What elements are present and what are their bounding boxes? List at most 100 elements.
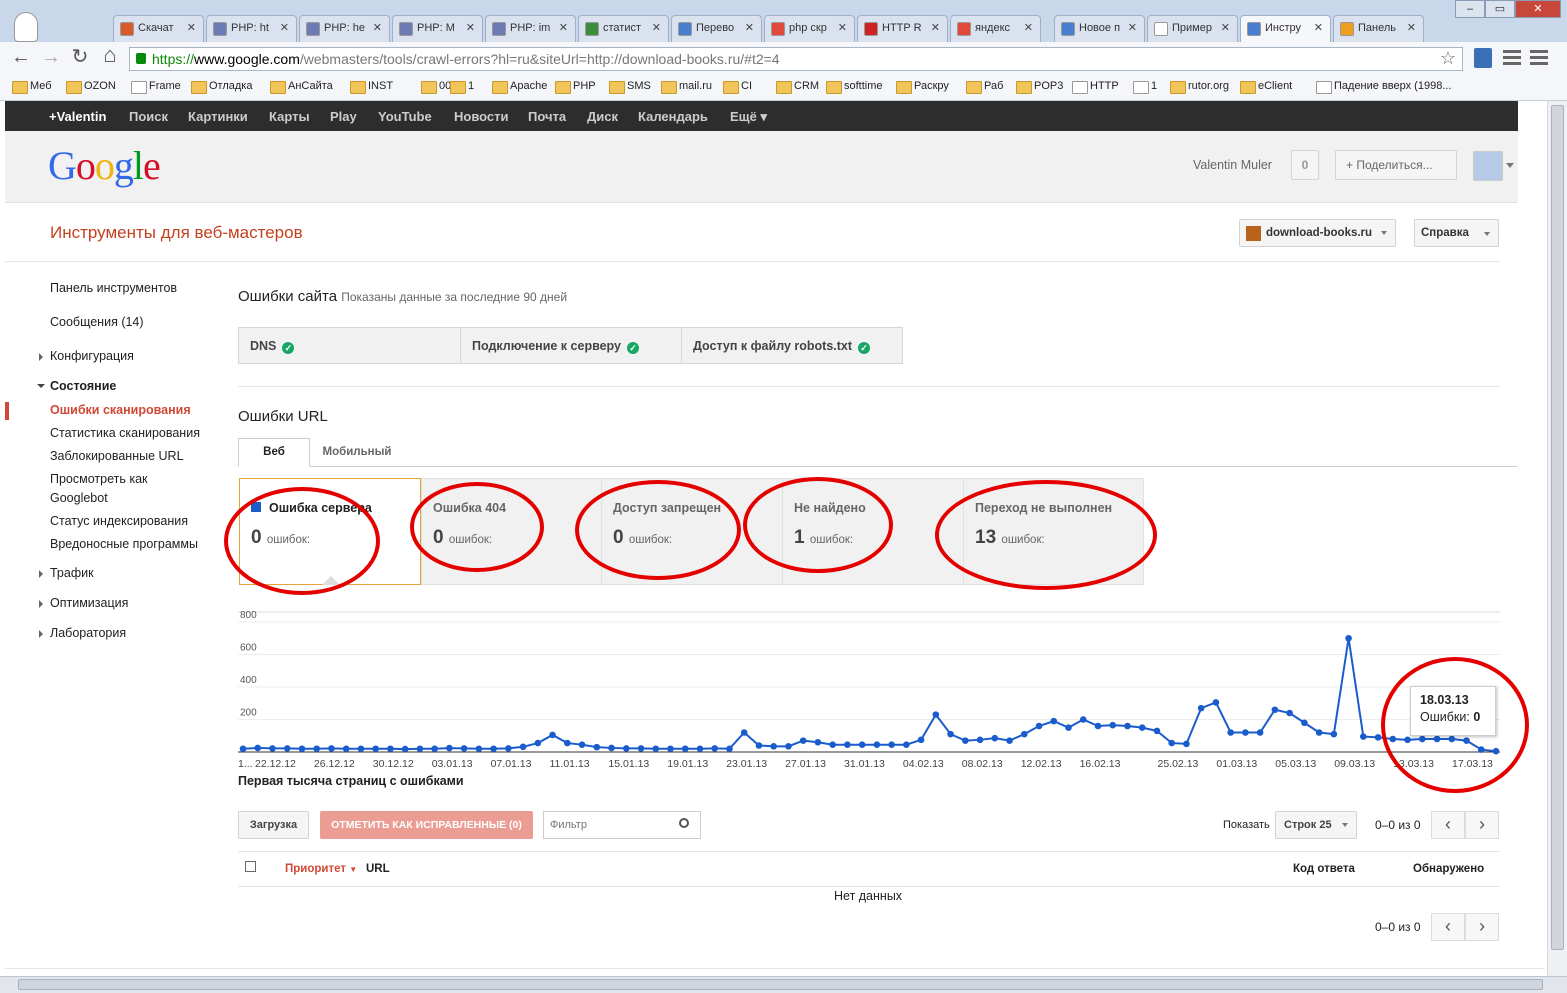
browser-tab[interactable]: Инстру ✕ bbox=[1240, 15, 1331, 42]
bookmark-star-icon[interactable]: ☆ bbox=[1440, 48, 1456, 69]
close-tab-icon[interactable]: ✕ bbox=[745, 21, 754, 34]
sidebar-item[interactable]: Статус индексирования bbox=[50, 514, 188, 528]
sidebar-item[interactable]: Конфигурация bbox=[39, 349, 134, 363]
select-all-checkbox[interactable] bbox=[245, 861, 256, 872]
profile-icon[interactable] bbox=[14, 12, 38, 42]
scrollbar-thumb[interactable] bbox=[1551, 105, 1564, 950]
sidebar-item[interactable]: Ошибки сканирования bbox=[50, 403, 191, 417]
gbar-link[interactable]: Календарь bbox=[638, 109, 708, 124]
close-tab-icon[interactable]: ✕ bbox=[1407, 21, 1416, 34]
gbar-link[interactable]: Play bbox=[330, 109, 357, 124]
dns-status[interactable]: DNS ✓ bbox=[239, 328, 461, 363]
browser-tab[interactable]: Пример ✕ bbox=[1147, 15, 1238, 42]
close-tab-icon[interactable]: ✕ bbox=[838, 21, 847, 34]
sidebar-item[interactable]: Трафик bbox=[39, 566, 94, 580]
bookmark-item[interactable]: 00 bbox=[421, 80, 451, 94]
reload-icon[interactable]: ↻ bbox=[69, 47, 91, 67]
browser-tab[interactable]: Скачат ✕ bbox=[113, 15, 204, 42]
back-icon[interactable]: ← bbox=[10, 47, 32, 67]
gbar-link[interactable]: Картинки bbox=[188, 109, 248, 124]
search-icon[interactable] bbox=[679, 818, 689, 828]
bookmark-item[interactable]: softtime bbox=[826, 80, 883, 94]
sidebar-item[interactable]: Googlebot bbox=[50, 491, 108, 505]
bookmark-item[interactable]: rutor.org bbox=[1170, 80, 1229, 94]
sidebar-item[interactable]: Оптимизация bbox=[38, 596, 128, 610]
sidebar-item[interactable]: Статистика сканирования bbox=[50, 426, 200, 440]
sidebar-item[interactable]: Панель инструментов bbox=[50, 281, 177, 295]
close-window-button[interactable]: ✕ bbox=[1515, 0, 1561, 18]
col-detected[interactable]: Обнаружено bbox=[1413, 863, 1484, 875]
browser-tab[interactable]: HTTP R ✕ bbox=[857, 15, 948, 42]
forward-icon[interactable]: → bbox=[40, 47, 62, 67]
close-tab-icon[interactable]: ✕ bbox=[652, 21, 661, 34]
browser-tab[interactable]: статист ✕ bbox=[578, 15, 669, 42]
maximize-button[interactable]: ▭ bbox=[1485, 0, 1515, 18]
rows-per-page-select[interactable]: Строк 25 bbox=[1275, 811, 1357, 839]
prev-page-button[interactable]: ‹ bbox=[1431, 811, 1465, 839]
sidebar-item[interactable]: Вредоносные программы bbox=[50, 537, 198, 551]
gbar-link[interactable]: Поиск bbox=[129, 109, 168, 124]
tab-web[interactable]: Веб bbox=[238, 438, 310, 467]
avatar[interactable] bbox=[1473, 151, 1503, 181]
browser-tab[interactable]: PHP: ht ✕ bbox=[206, 15, 297, 42]
gbar-link[interactable]: +Valentin bbox=[49, 109, 106, 124]
bookmark-item[interactable]: CRM bbox=[776, 80, 819, 94]
bookmark-item[interactable]: Apache bbox=[492, 80, 547, 94]
close-tab-icon[interactable]: ✕ bbox=[373, 21, 382, 34]
home-icon[interactable]: ⌂ bbox=[99, 44, 121, 66]
vertical-scrollbar[interactable] bbox=[1547, 101, 1567, 981]
bookmark-item[interactable]: Отладка bbox=[191, 80, 252, 94]
sidebar-item[interactable]: Просмотреть как bbox=[50, 472, 148, 486]
bookmark-item[interactable]: Frame bbox=[131, 80, 181, 94]
download-button[interactable]: Загрузка bbox=[238, 811, 309, 839]
extension-icon[interactable] bbox=[1474, 48, 1492, 68]
google-logo[interactable]: Google bbox=[48, 142, 161, 189]
bookmark-item[interactable]: 1 bbox=[450, 80, 474, 94]
bookmark-item[interactable]: OZON bbox=[66, 80, 116, 94]
close-tab-icon[interactable]: ✕ bbox=[1221, 21, 1230, 34]
bookmark-item[interactable]: PHP bbox=[555, 80, 596, 94]
close-tab-icon[interactable]: ✕ bbox=[1128, 21, 1137, 34]
sidebar-item[interactable]: Лаборатория bbox=[38, 626, 126, 640]
filter-input[interactable] bbox=[543, 811, 701, 839]
col-response-code[interactable]: Код ответа bbox=[1293, 863, 1355, 875]
bookmark-item[interactable]: HTTP bbox=[1072, 80, 1119, 94]
site-selector[interactable]: download-books.ru bbox=[1239, 219, 1396, 247]
close-tab-icon[interactable]: ✕ bbox=[931, 21, 940, 34]
server-connection-status[interactable]: Подключение к серверу ✓ bbox=[461, 328, 682, 363]
sidebar-item[interactable]: Состояние bbox=[36, 379, 116, 393]
gbar-link[interactable]: YouTube bbox=[378, 109, 432, 124]
bookmark-item[interactable]: 1 bbox=[1133, 80, 1157, 94]
gbar-link[interactable]: Ещё ▾ bbox=[730, 109, 767, 125]
close-tab-icon[interactable]: ✕ bbox=[187, 21, 196, 34]
bookmark-item[interactable]: Раскру bbox=[896, 80, 949, 94]
col-priority[interactable]: Приоритет ▼ bbox=[285, 863, 357, 875]
bookmark-item[interactable]: Меб bbox=[12, 80, 52, 94]
browser-tab[interactable]: PHP: M ✕ bbox=[392, 15, 483, 42]
gbar-link[interactable]: Почта bbox=[528, 109, 566, 124]
scrollbar-thumb[interactable] bbox=[18, 979, 1543, 990]
address-bar[interactable]: https://www.google.com/webmasters/tools/… bbox=[129, 47, 1463, 71]
browser-tab[interactable]: PHP: im ✕ bbox=[485, 15, 576, 42]
bookmark-item[interactable]: eClient bbox=[1240, 80, 1292, 94]
bookmarks-menu-icon[interactable] bbox=[1503, 50, 1521, 53]
user-name[interactable]: Valentin Muler bbox=[1193, 158, 1272, 172]
robots-status[interactable]: Доступ к файлу robots.txt ✓ bbox=[682, 328, 902, 363]
bookmark-item[interactable]: CI bbox=[723, 80, 752, 94]
close-tab-icon[interactable]: ✕ bbox=[559, 21, 568, 34]
bookmark-item[interactable]: SMS bbox=[609, 80, 651, 94]
browser-tab[interactable]: Новое п ✕ bbox=[1054, 15, 1145, 42]
gbar-link[interactable]: Новости bbox=[454, 109, 509, 124]
minimize-button[interactable]: – bbox=[1455, 0, 1485, 18]
bookmark-item[interactable]: INST bbox=[350, 80, 393, 94]
bookmark-item[interactable]: POP3 bbox=[1016, 80, 1063, 94]
browser-tab[interactable]: Панель ✕ bbox=[1333, 15, 1424, 42]
close-tab-icon[interactable]: ✕ bbox=[1024, 21, 1033, 34]
bookmark-item[interactable]: mail.ru bbox=[661, 80, 712, 94]
col-url[interactable]: URL bbox=[366, 863, 390, 875]
next-page-button[interactable]: › bbox=[1465, 913, 1499, 941]
bookmark-item[interactable]: АнСайта bbox=[270, 80, 333, 94]
gbar-link[interactable]: Карты bbox=[269, 109, 310, 124]
mark-fixed-button[interactable]: ОТМЕТИТЬ КАК ИСПРАВЛЕННЫЕ (0) bbox=[320, 811, 533, 839]
help-button[interactable]: Справка bbox=[1414, 219, 1499, 247]
